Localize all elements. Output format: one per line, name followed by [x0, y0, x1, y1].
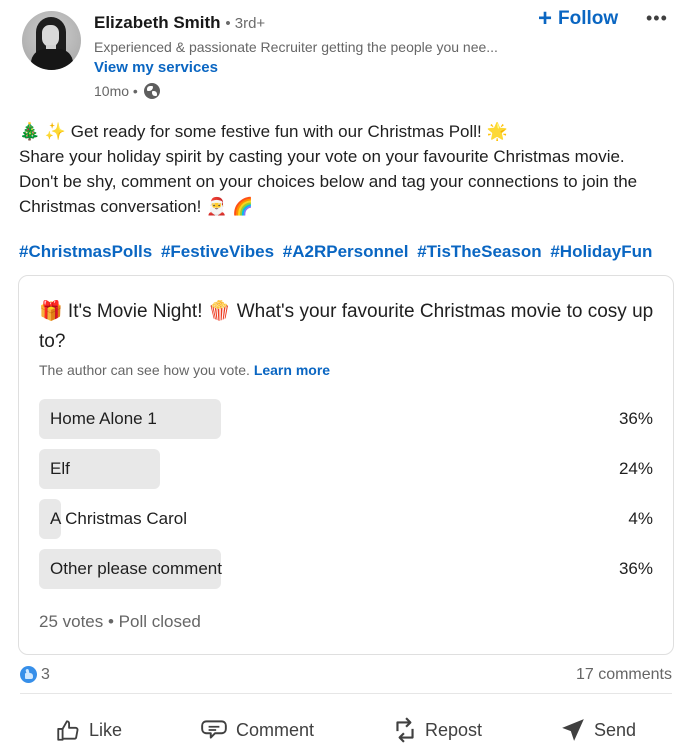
learn-more-link[interactable]: Learn more	[254, 362, 330, 378]
view-services-link[interactable]: View my services	[94, 59, 218, 76]
poll-option: A Christmas Carol 4%	[39, 499, 653, 539]
author-name[interactable]: Elizabeth Smith	[94, 13, 221, 32]
author-headline: Experienced & passionate Recruiter getti…	[94, 39, 498, 55]
poll-option-label: Elf	[50, 459, 70, 478]
post-header: Elizabeth Smith • 3rd+ Experienced & pas…	[0, 0, 692, 108]
poll-option: Other please comment 36%	[39, 549, 653, 589]
reactions-count[interactable]: 3	[41, 666, 50, 684]
post-line: Christmas conversation! 🎅 🌈	[19, 197, 254, 216]
hashtag-link[interactable]: #TisTheSeason	[417, 242, 541, 261]
hashtag-link[interactable]: #FestiveVibes	[161, 242, 274, 261]
post-line: 🎄 ✨ Get ready for some festive fun with …	[19, 122, 508, 141]
hashtag-link[interactable]: #HolidayFun	[550, 242, 652, 261]
poll-footer: 25 votes • Poll closed	[39, 612, 201, 631]
author-line: Elizabeth Smith • 3rd+	[94, 13, 265, 33]
send-icon	[562, 719, 584, 741]
poll-option-percent: 36%	[618, 409, 653, 428]
globe-icon	[143, 83, 160, 99]
poll-card: 🎁 It's Movie Night! 🍿 What's your favour…	[18, 275, 674, 655]
hashtag-link[interactable]: #ChristmasPolls	[19, 242, 152, 261]
comment-button[interactable]: Comment	[200, 708, 314, 752]
send-label: Send	[594, 719, 637, 740]
repost-button[interactable]: Repost	[393, 708, 482, 752]
comment-label: Comment	[236, 719, 315, 740]
poll-note-text: The author can see how you vote.	[39, 362, 250, 378]
hashtag-link[interactable]: #A2RPersonnel	[283, 242, 409, 261]
poll-option: Elf 24%	[39, 449, 653, 489]
action-bar: Like Comment Repost Send	[0, 708, 692, 752]
repost-label: Repost	[425, 719, 483, 740]
poll-option-percent: 4%	[628, 509, 653, 528]
post-time: 10mo •	[94, 83, 160, 99]
poll-option-label: Other please comment	[50, 559, 222, 578]
follow-button[interactable]: + Follow	[538, 7, 618, 31]
post-text: 🎄 ✨ Get ready for some festive fun with …	[19, 119, 679, 219]
poll-option-label: Home Alone 1	[50, 409, 157, 428]
comment-icon	[201, 720, 227, 739]
plus-icon: +	[538, 5, 553, 32]
hashtags: #ChristmasPolls #FestiveVibes #A2RPerson…	[19, 242, 656, 262]
poll-note: The author can see how you vote. Learn m…	[39, 362, 330, 378]
poll-option: Home Alone 1 36%	[39, 399, 653, 439]
like-label: Like	[89, 719, 123, 740]
post-age: 10mo •	[94, 83, 138, 99]
poll-question: 🎁 It's Movie Night! 🍿 What's your favour…	[39, 301, 654, 352]
avatar[interactable]	[22, 11, 81, 70]
like-reaction-icon[interactable]	[20, 666, 37, 683]
repost-icon	[396, 717, 414, 743]
more-options-icon[interactable]: •••	[646, 8, 668, 29]
comments-count[interactable]: 17 comments	[576, 666, 672, 684]
avatar-body	[31, 49, 73, 70]
poll-option-percent: 36%	[618, 559, 653, 578]
divider	[20, 693, 672, 694]
poll-option-percent: 24%	[618, 459, 653, 478]
post-line: Share your holiday spirit by casting you…	[19, 147, 625, 166]
thumbs-up-icon	[57, 720, 79, 741]
post-line: Don't be shy, comment on your choices be…	[19, 172, 638, 191]
send-button[interactable]: Send	[560, 708, 636, 752]
avatar-face	[42, 25, 59, 47]
poll-option-label: A Christmas Carol	[50, 509, 187, 528]
like-button[interactable]: Like	[55, 708, 122, 752]
social-counts: 3 17 comments	[20, 664, 672, 688]
follow-label: Follow	[558, 8, 619, 29]
connection-degree: • 3rd+	[225, 15, 266, 32]
